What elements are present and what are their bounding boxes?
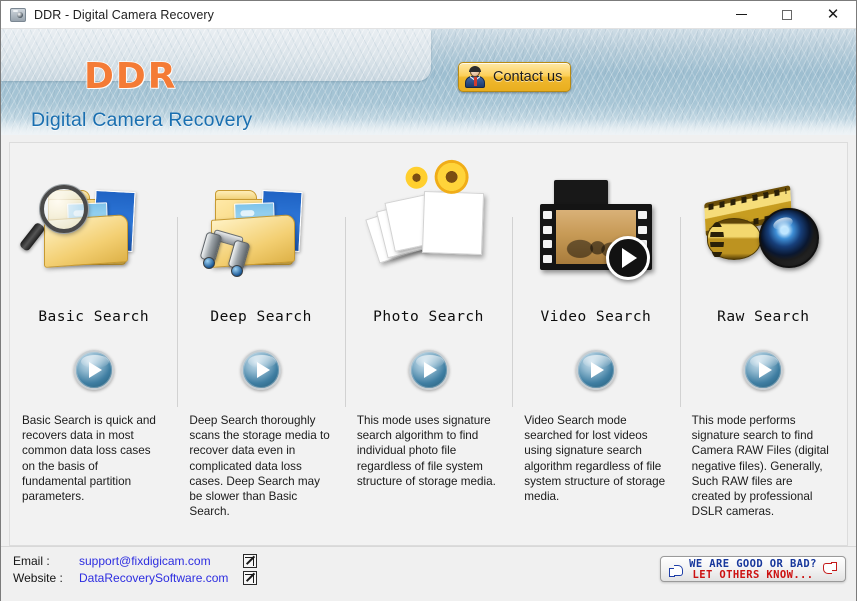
window-title: DDR - Digital Camera Recovery bbox=[34, 7, 215, 22]
mode-label-deep-search: Deep Search bbox=[210, 309, 312, 325]
external-link-icon[interactable] bbox=[243, 554, 257, 568]
play-icon bbox=[758, 362, 772, 378]
close-button[interactable]: ✕ bbox=[810, 1, 856, 28]
maximize-icon bbox=[782, 9, 792, 20]
mode-label-basic-search: Basic Search bbox=[38, 309, 150, 325]
start-photo-search-button[interactable] bbox=[408, 350, 449, 390]
photo-stack-icon bbox=[364, 184, 489, 280]
feedback-line-2: LET OTHERS KNOW... bbox=[692, 569, 814, 581]
mode-description-video-search: Video Search mode searched for lost vide… bbox=[524, 414, 666, 504]
start-raw-search-button[interactable] bbox=[743, 350, 784, 390]
header-top-band bbox=[1, 29, 431, 81]
website-link[interactable]: DataRecoverySoftware.com bbox=[79, 571, 229, 585]
start-basic-search-button[interactable] bbox=[73, 350, 114, 390]
folder-magnifier-icon bbox=[18, 177, 154, 287]
camera-icon bbox=[10, 7, 26, 22]
email-link[interactable]: support@fixdigicam.com bbox=[79, 554, 229, 568]
contact-us-label: Contact us bbox=[493, 69, 563, 85]
mode-description-photo-search: This mode uses signature search algorith… bbox=[356, 414, 496, 488]
mode-label-raw-search: Raw Search bbox=[717, 309, 810, 325]
mode-column-video-search: Video Search Video Search mode searched … bbox=[512, 143, 679, 545]
start-deep-search-button[interactable] bbox=[241, 350, 282, 390]
email-label: Email : bbox=[13, 554, 50, 568]
contact-info: Email : support@fixdigicam.com Website :… bbox=[13, 554, 257, 585]
app-logo: DDR bbox=[83, 55, 178, 97]
thumbs-down-icon bbox=[822, 561, 837, 577]
contact-us-button[interactable]: Contact us bbox=[458, 62, 571, 92]
footer-bar: Email : support@fixdigicam.com Website :… bbox=[1, 546, 856, 601]
mode-column-deep-search: Deep Search Deep Search thoroughly scans… bbox=[177, 143, 344, 545]
external-link-icon[interactable] bbox=[243, 571, 257, 585]
mode-label-video-search: Video Search bbox=[540, 309, 652, 325]
feedback-line-1: WE ARE GOOD OR BAD? bbox=[689, 557, 817, 570]
website-row: Website : DataRecoverySoftware.com bbox=[13, 571, 257, 585]
folder-binoculars-icon bbox=[199, 177, 321, 287]
mode-column-photo-search: Photo Search This mode uses signature se… bbox=[344, 143, 512, 545]
maximize-button[interactable] bbox=[764, 1, 810, 28]
title-bar: DDR - Digital Camera Recovery ✕ bbox=[1, 1, 856, 29]
person-icon bbox=[464, 66, 486, 88]
email-row: Email : support@fixdigicam.com bbox=[13, 554, 257, 568]
mode-description-deep-search: Deep Search thoroughly scans the storage… bbox=[189, 414, 330, 519]
play-icon bbox=[591, 362, 605, 378]
film-strip-play-icon bbox=[534, 180, 658, 284]
app-window: DDR - Digital Camera Recovery ✕ DDR Digi… bbox=[0, 0, 857, 601]
main-content: Basic Search Basic Search is quick and r… bbox=[1, 135, 856, 546]
website-label: Website : bbox=[13, 571, 63, 585]
mode-description-raw-search: This mode performs signature search to f… bbox=[691, 414, 829, 519]
minimize-icon bbox=[735, 14, 747, 15]
header-banner: DDR Digital Camera Recovery Contact us bbox=[1, 29, 856, 135]
deep-search-icon-area bbox=[177, 157, 344, 307]
thumbs-up-icon bbox=[669, 562, 684, 577]
mode-label-photo-search: Photo Search bbox=[373, 309, 484, 325]
window-controls: ✕ bbox=[718, 1, 856, 28]
search-modes-panel: Basic Search Basic Search is quick and r… bbox=[9, 142, 848, 546]
raw-search-icon-area bbox=[680, 157, 847, 307]
minimize-button[interactable] bbox=[718, 1, 764, 28]
mode-column-raw-search: Raw Search This mode performs signature … bbox=[679, 143, 847, 545]
close-icon: ✕ bbox=[826, 5, 840, 23]
play-icon bbox=[256, 362, 270, 378]
film-roll-lens-icon bbox=[701, 180, 825, 284]
mode-column-basic-search: Basic Search Basic Search is quick and r… bbox=[10, 143, 177, 545]
mode-description-basic-search: Basic Search is quick and recovers data … bbox=[22, 414, 156, 504]
feedback-text: WE ARE GOOD OR BAD? LET OTHERS KNOW... bbox=[689, 558, 817, 581]
app-subtitle: Digital Camera Recovery bbox=[31, 109, 253, 131]
video-search-icon-area bbox=[512, 157, 679, 307]
play-icon bbox=[424, 362, 438, 378]
photo-search-icon-area bbox=[345, 157, 512, 307]
start-video-search-button[interactable] bbox=[575, 350, 616, 390]
feedback-button[interactable]: WE ARE GOOD OR BAD? LET OTHERS KNOW... bbox=[660, 556, 846, 582]
basic-search-icon-area bbox=[10, 157, 177, 307]
play-icon bbox=[89, 362, 103, 378]
